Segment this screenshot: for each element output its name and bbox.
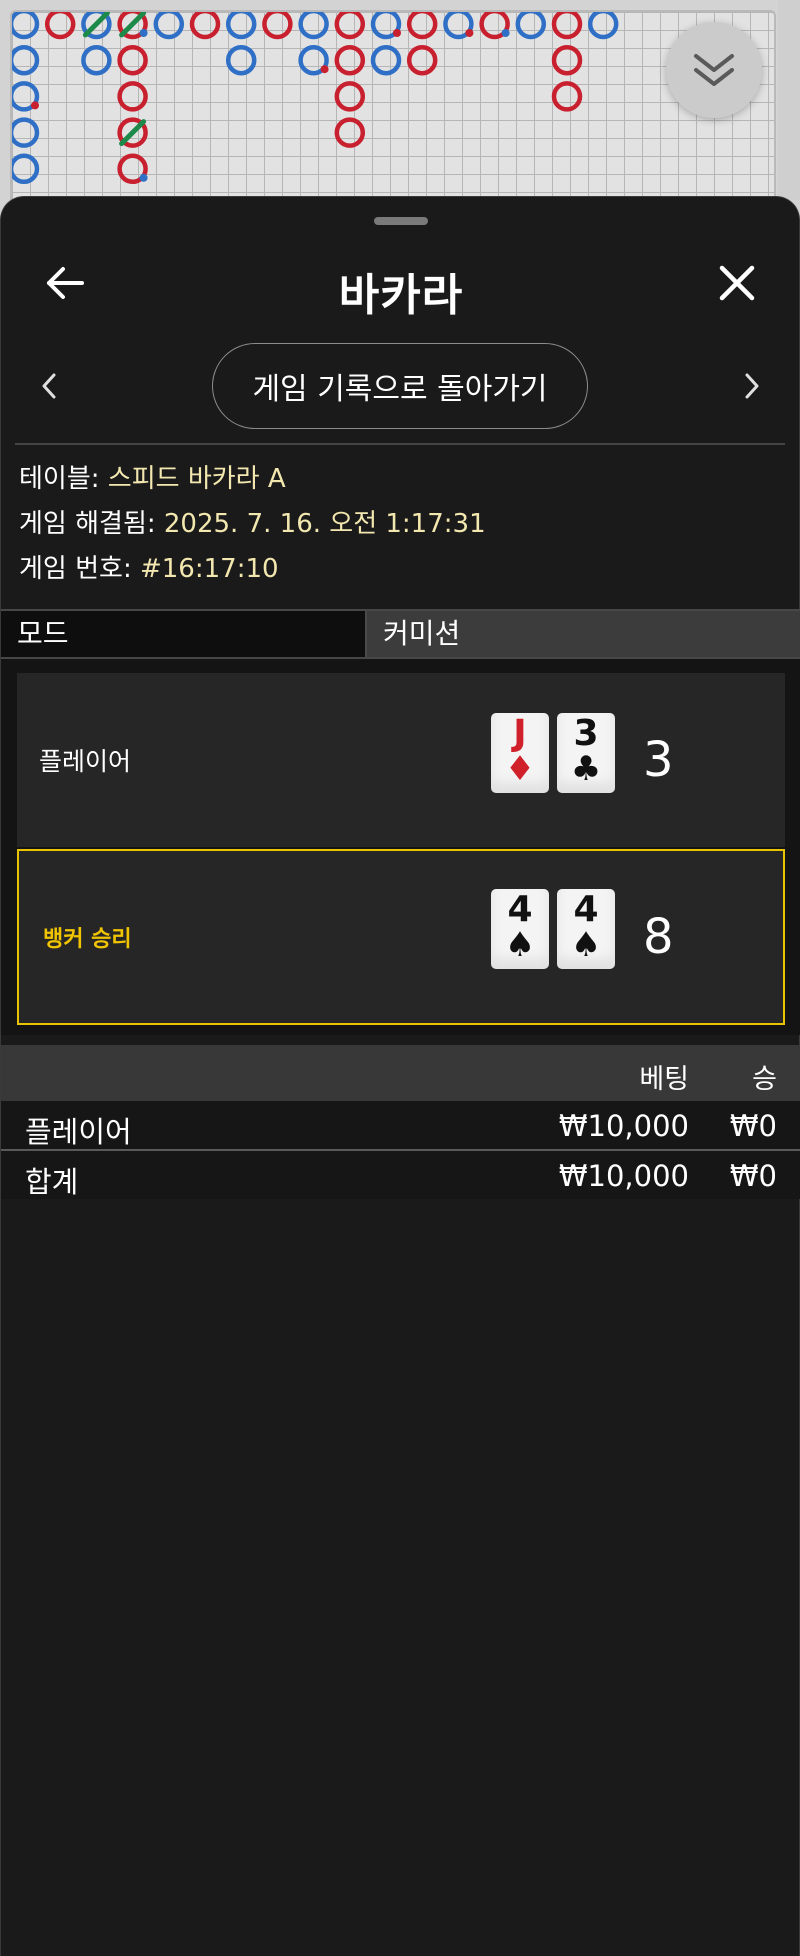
banker-bead xyxy=(551,44,583,76)
banker-bead xyxy=(551,12,583,40)
mode-label: 모드 xyxy=(1,611,367,657)
total-win-amount: ₩0 xyxy=(729,1159,777,1193)
total-bet-amount: ₩10,000 xyxy=(558,1159,689,1193)
bet-type: 플레이어 xyxy=(25,1115,132,1149)
player-bead xyxy=(225,12,257,40)
chevron-left-icon xyxy=(42,373,56,399)
pair-dot xyxy=(393,29,401,37)
table-value: 스피드 바카라 A xyxy=(107,464,286,494)
bet-column-header: 베팅 xyxy=(639,1064,689,1095)
banker-card-2: 4 ♠ xyxy=(557,889,615,969)
total-label: 합계 xyxy=(25,1165,79,1199)
resolved-info: 게임 해결됨: 2025. 7. 16. 오전 1:17:31 xyxy=(19,502,486,547)
banker-bead xyxy=(406,12,438,40)
pair-dot xyxy=(139,173,148,182)
roadmap-beads xyxy=(12,12,619,185)
player-bead xyxy=(12,12,40,40)
player-total: 3 xyxy=(643,732,674,788)
pair-dot xyxy=(31,101,39,110)
bead-road-roadmap xyxy=(10,10,776,210)
resolved-label: 게임 해결됨: xyxy=(19,509,156,539)
bet-table-header: 베팅 승 xyxy=(1,1045,800,1101)
resolved-value: 2025. 7. 16. 오전 1:17:31 xyxy=(163,509,486,539)
hand-results: 플레이어 J ♦ 3 ♣ 3 뱅커 승리 4 ♠ 4 ♠ 8 xyxy=(1,659,800,1035)
banker-total: 8 xyxy=(643,909,674,965)
side-edge xyxy=(778,0,800,200)
banker-bead xyxy=(406,44,438,76)
spade-suit-icon: ♠ xyxy=(570,925,602,965)
table-label: 테이블: xyxy=(19,464,100,494)
banker-bead xyxy=(117,153,148,185)
banker-win-label: 뱅커 승리 xyxy=(43,927,132,952)
player-bead xyxy=(298,44,329,76)
bet-amount: ₩10,000 xyxy=(558,1109,689,1143)
pair-dot xyxy=(501,29,510,37)
banker-card-1: 4 ♠ xyxy=(491,889,549,969)
banker-bead xyxy=(117,12,148,40)
diamond-suit-icon: ♦ xyxy=(504,749,536,789)
back-to-history-button[interactable]: 게임 기록으로 돌아가기 xyxy=(212,343,588,429)
game-info: 테이블: 스피드 바카라 A 게임 해결됨: 2025. 7. 16. 오전 1… xyxy=(19,457,486,592)
pair-dot xyxy=(139,29,148,37)
banker-bead xyxy=(551,81,583,112)
player-bead xyxy=(587,12,619,40)
player-bead xyxy=(443,12,474,40)
player-bead xyxy=(81,44,112,76)
player-bead xyxy=(81,12,112,40)
banker-hand-row: 뱅커 승리 4 ♠ 4 ♠ 8 xyxy=(17,849,785,1025)
player-bead xyxy=(12,44,40,76)
game-number-value: #16:17:10 xyxy=(139,554,279,584)
collapse-button[interactable] xyxy=(666,22,762,118)
previous-game-button[interactable] xyxy=(31,366,67,406)
win-column-header: 승 xyxy=(752,1064,777,1095)
player-bead xyxy=(370,12,402,40)
player-bead xyxy=(370,44,402,76)
banker-bead xyxy=(117,81,148,112)
pair-dot xyxy=(465,29,474,37)
commission-label: 커미션 xyxy=(367,611,800,657)
player-hand-row: 플레이어 J ♦ 3 ♣ 3 xyxy=(17,673,785,847)
sheet-drag-handle[interactable] xyxy=(374,217,428,225)
page-title: 바카라 xyxy=(338,270,464,321)
mode-bar: 모드 커미션 xyxy=(1,609,800,659)
banker-bead xyxy=(334,44,366,76)
game-number-label: 게임 번호: xyxy=(19,554,132,584)
banker-bead xyxy=(189,12,221,40)
banker-bead xyxy=(262,12,293,40)
banker-bead xyxy=(334,12,366,40)
total-row: 합계 ₩10,000 ₩0 xyxy=(1,1151,800,1199)
game-detail-sheet: 바카라 게임 기록으로 돌아가기 테이블: 스피드 바카라 A 게임 해결됨: … xyxy=(0,196,800,1956)
win-amount: ₩0 xyxy=(729,1109,777,1143)
game-number-info: 게임 번호: #16:17:10 xyxy=(19,547,486,592)
divider xyxy=(15,443,785,445)
player-card-2: 3 ♣ xyxy=(557,713,615,793)
player-bead xyxy=(298,12,329,40)
banker-bead xyxy=(479,12,510,40)
player-bead xyxy=(515,12,547,40)
table-row: 플레이어 ₩10,000 ₩0 xyxy=(1,1101,800,1149)
close-icon xyxy=(719,265,755,301)
close-button[interactable] xyxy=(711,257,763,309)
banker-bead xyxy=(117,44,148,76)
double-chevron-down-icon xyxy=(694,54,734,86)
player-bead xyxy=(153,12,185,40)
banker-bead xyxy=(334,117,366,148)
player-bead xyxy=(12,153,40,185)
title-bar: 바카라 xyxy=(1,237,800,327)
pair-dot xyxy=(320,65,329,74)
player-bead xyxy=(12,81,40,112)
chevron-right-icon xyxy=(745,373,759,399)
player-card-1: J ♦ xyxy=(491,713,549,793)
spade-suit-icon: ♠ xyxy=(504,925,536,965)
banker-bead xyxy=(44,12,76,40)
game-navigation: 게임 기록으로 돌아가기 xyxy=(1,343,800,433)
table-info: 테이블: 스피드 바카라 A xyxy=(19,457,486,502)
player-bead xyxy=(225,44,257,76)
next-game-button[interactable] xyxy=(734,366,770,406)
player-label: 플레이어 xyxy=(39,747,132,776)
banker-bead xyxy=(334,81,366,112)
club-suit-icon: ♣ xyxy=(570,749,602,789)
player-bead xyxy=(12,117,40,148)
banker-bead xyxy=(117,117,148,148)
